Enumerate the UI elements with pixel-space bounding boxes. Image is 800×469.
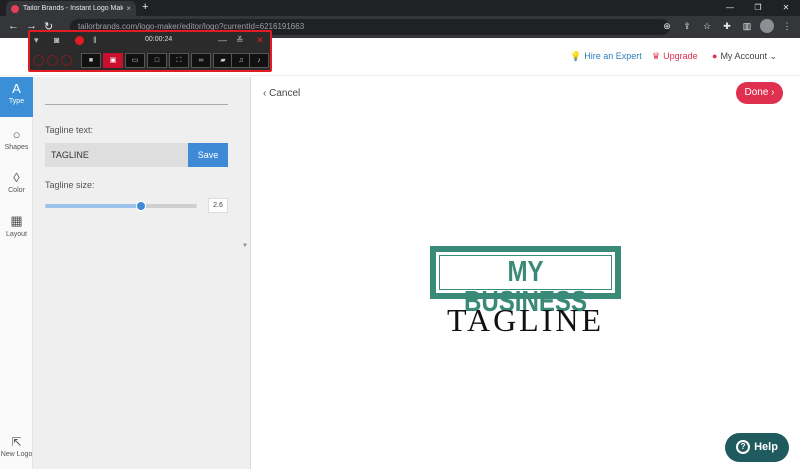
tagline-options-panel: Tagline text: Save Tagline size: 2.6 ▼ (33, 77, 251, 469)
tab-close-icon[interactable]: × (126, 4, 131, 13)
browser-toolbar-icons: ⊕ ⇪ ☆ ✚ ▥ ⋮ (660, 19, 794, 33)
layout-icon: ▦ (10, 213, 23, 228)
upgrade-label: Upgrade (663, 51, 698, 61)
tab-title: Tailor Brands - Instant Logo Maker (23, 5, 124, 12)
monitor-icon[interactable]: ▭ (125, 53, 145, 68)
tagline-size-label: Tagline size: (45, 180, 95, 190)
help-label: Help (754, 441, 778, 453)
screen-recorder-toolbar: ▾ ◙ ‖ 00:00:24 — ≚ ✕ ■ ▣ ▭ □ ⛶ ∞ ▰ ♫ ♪ (28, 30, 272, 72)
panel-divider (45, 104, 228, 105)
recorder-collapse-icon[interactable]: ≚ (236, 35, 244, 46)
tool-rail: A Type ○ Shapes ◊ Color ▦ Layout ⇱ New L… (0, 77, 33, 469)
rail-item-type-label: Type (8, 98, 25, 105)
window-icon[interactable]: □ (147, 53, 167, 68)
rail-item-color-label: Color (8, 187, 25, 194)
rail-item-layout-label: Layout (5, 231, 28, 238)
lightbulb-icon: 💡 (570, 51, 582, 61)
rail-item-layout[interactable]: ▦ Layout (0, 209, 33, 249)
shapes-icon: ○ (12, 127, 21, 142)
upgrade-link[interactable]: ♛ Upgrade (652, 51, 698, 62)
microphone-icon[interactable]: ♪ (249, 53, 269, 68)
done-label: Done (744, 87, 769, 98)
close-window-button[interactable]: ✕ (772, 0, 800, 16)
done-button[interactable]: Done › (736, 82, 783, 104)
scroll-down-arrow-icon[interactable]: ▼ (242, 243, 248, 249)
my-account-menu[interactable]: ● My Account ⌄ (712, 51, 777, 62)
hire-expert-link[interactable]: 💡 Hire an Expert (570, 51, 642, 62)
rail-item-color[interactable]: ◊ Color (0, 166, 33, 206)
window-controls: — ❐ ✕ (716, 0, 800, 16)
new-tab-button[interactable]: + (142, 1, 148, 13)
chevron-right-icon: › (771, 87, 775, 98)
tagline-text-input[interactable] (45, 143, 188, 167)
help-button[interactable]: ? Help (725, 433, 789, 462)
tagline-size-slider[interactable] (45, 201, 197, 211)
browser-tab-bar: Tailor Brands - Instant Logo Maker × + —… (0, 0, 800, 16)
profile-avatar[interactable] (760, 19, 774, 33)
chevron-down-icon: ⌄ (769, 51, 778, 61)
folder-icon[interactable]: ▰ (213, 53, 233, 68)
type-icon: A (12, 81, 21, 96)
region-icon[interactable]: ⛶ (169, 53, 189, 68)
recorder-option-circle-2[interactable] (47, 55, 58, 66)
hire-expert-label: Hire an Expert (584, 51, 642, 61)
maximize-button[interactable]: ❐ (744, 0, 772, 16)
rail-item-shapes-label: Shapes (4, 144, 29, 151)
favicon-icon (11, 4, 19, 13)
recorder-close-icon[interactable]: ✕ (256, 35, 264, 46)
rail-item-shapes[interactable]: ○ Shapes (0, 123, 33, 163)
rail-item-type[interactable]: A Type (0, 77, 33, 117)
bookmark-star-icon[interactable]: ☆ (700, 19, 714, 33)
camera-icon[interactable]: ◙ (54, 35, 59, 45)
recording-timer: 00:00:24 (145, 36, 173, 43)
browser-tab[interactable]: Tailor Brands - Instant Logo Maker × (6, 1, 136, 16)
cancel-label: Cancel (269, 88, 301, 99)
slider-fill (45, 204, 141, 208)
link-icon[interactable]: ∞ (191, 53, 211, 68)
record-button[interactable] (75, 36, 84, 45)
zoom-icon[interactable]: ⊕ (660, 19, 674, 33)
back-arrow-icon[interactable]: ← (8, 20, 19, 32)
sidepanel-icon[interactable]: ▥ (740, 19, 754, 33)
extensions-icon[interactable]: ✚ (720, 19, 734, 33)
my-account-label: My Account (720, 51, 767, 61)
recorder-option-circle-1[interactable] (33, 55, 44, 66)
screen-mode-icon[interactable]: ▣ (103, 53, 123, 68)
logo-frame[interactable]: MY BUSINESS (430, 246, 621, 317)
logo-tagline[interactable]: TAGLINE (430, 302, 621, 338)
new-logo-button[interactable]: ⇱ New Logo (0, 435, 33, 458)
webcam-mode-icon[interactable]: ■ (81, 53, 101, 68)
tagline-text-label: Tagline text: (45, 125, 94, 135)
browser-menu-icon[interactable]: ⋮ (780, 19, 794, 33)
recorder-menu-icon[interactable]: ▾ (34, 35, 39, 46)
slider-thumb[interactable] (135, 201, 146, 211)
minimize-button[interactable]: — (716, 0, 744, 16)
audio-icon[interactable]: ♫ (231, 53, 251, 68)
new-logo-label: New Logo (0, 451, 33, 458)
share-icon[interactable]: ⇪ (680, 19, 694, 33)
pause-icon[interactable]: ‖ (93, 35, 97, 45)
save-tagline-button[interactable]: Save (188, 143, 228, 167)
new-logo-icon: ⇱ (11, 435, 22, 449)
chevron-left-icon: ‹ (263, 88, 267, 99)
color-drop-icon: ◊ (13, 170, 20, 185)
account-dot-icon: ● (712, 51, 718, 61)
recorder-option-circle-3[interactable] (61, 55, 72, 66)
cancel-button[interactable]: ‹ Cancel (263, 88, 300, 99)
question-icon: ? (736, 440, 751, 455)
crown-icon: ♛ (652, 51, 661, 61)
tagline-size-value[interactable]: 2.6 (208, 198, 228, 213)
recorder-minimize-icon[interactable]: — (218, 35, 227, 45)
